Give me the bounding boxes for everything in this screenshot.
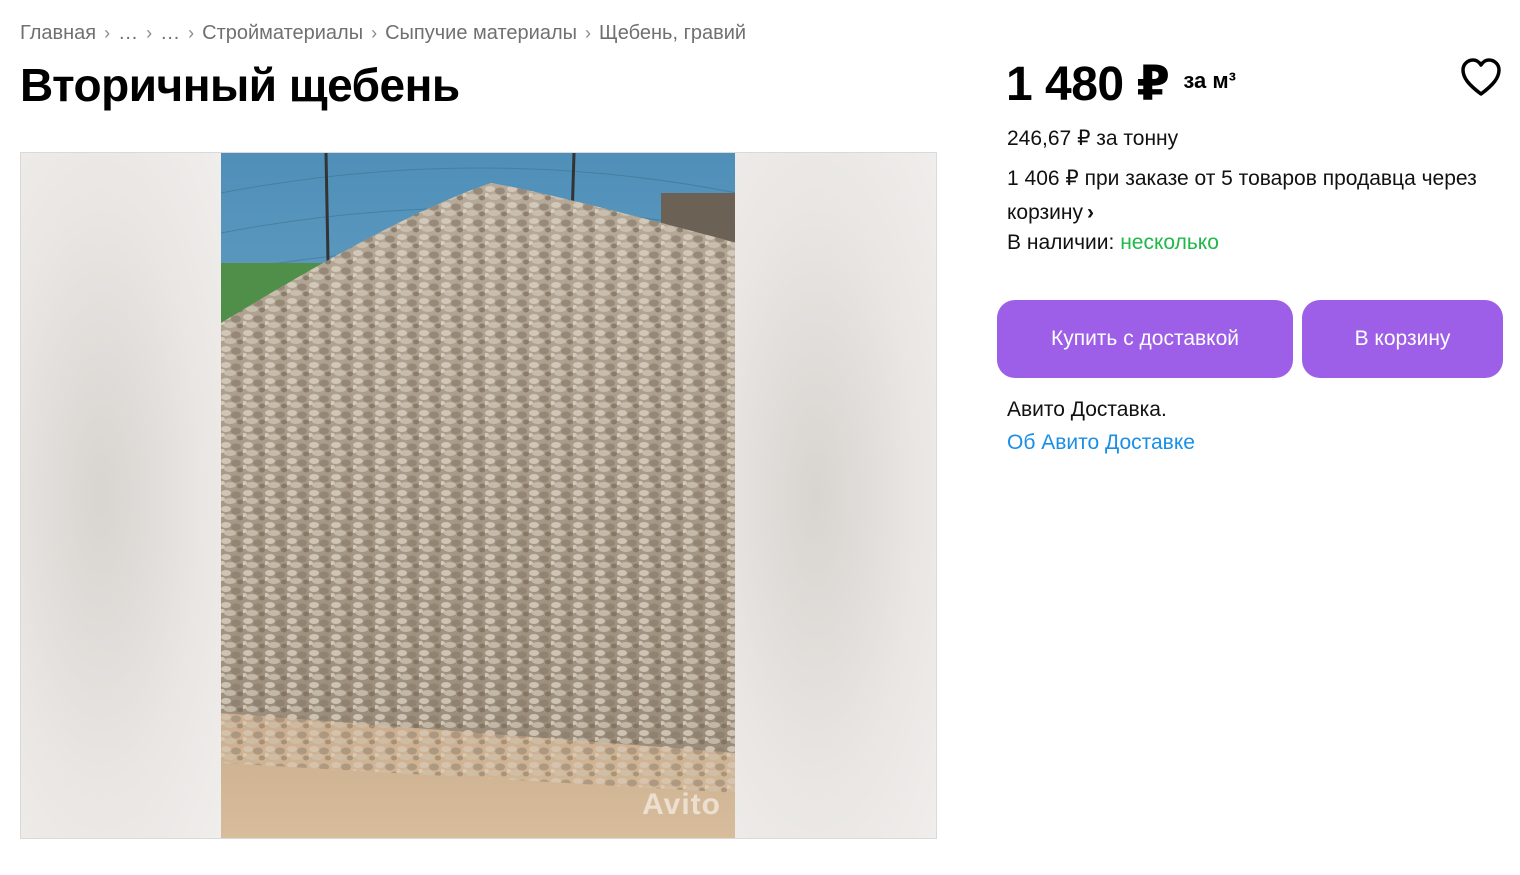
stock-value: несколько	[1120, 231, 1219, 254]
breadcrumb-separator: ›	[371, 23, 378, 43]
breadcrumb-separator: ›	[146, 23, 153, 43]
delivery-label: Авито Доставка.	[1007, 398, 1167, 421]
breadcrumb-item-building-materials[interactable]: Стройматериалы	[202, 22, 363, 45]
image-gallery[interactable]: Avito	[20, 152, 937, 839]
heart-icon	[1461, 58, 1501, 96]
add-to-cart-button[interactable]: В корзину	[1302, 300, 1503, 378]
gravel-pile-image	[221, 153, 737, 838]
price-unit: за м³	[1183, 68, 1236, 93]
breadcrumb-item-home[interactable]: Главная	[20, 22, 96, 45]
gallery-blur-left	[21, 153, 221, 838]
chevron-right-icon[interactable]: ›	[1087, 196, 1094, 230]
buy-with-delivery-button[interactable]: Купить с доставкой	[997, 300, 1293, 378]
breadcrumb-separator: ›	[188, 23, 195, 43]
page-title: Вторичный щебень	[20, 59, 460, 111]
breadcrumb-separator: ›	[584, 23, 591, 43]
breadcrumb-item-collapsed-2[interactable]: …	[160, 22, 180, 45]
avito-watermark: Avito	[642, 788, 721, 821]
breadcrumb: Главная › … › … › Стройматериалы › Сыпуч…	[20, 22, 746, 45]
bulk-offer-link[interactable]: 1 406 ₽ при заказе от 5 товаров продавца…	[1007, 167, 1477, 224]
stock-label: В наличии:	[1007, 231, 1115, 254]
delivery-info-link[interactable]: Об Авито Доставке	[1007, 431, 1195, 455]
stock-status: В наличии: несколько	[1007, 231, 1219, 255]
breadcrumb-item-gravel[interactable]: Щебень, гравий	[599, 22, 746, 45]
listing-photo[interactable]: Avito	[221, 153, 737, 838]
price: 1 480 ₽	[1006, 58, 1170, 111]
favorite-button[interactable]	[1460, 58, 1502, 98]
price-per-ton: 246,67 ₽ за тонну	[1007, 127, 1179, 150]
bulk-offer: 1 406 ₽ при заказе от 5 товаров продавца…	[1007, 162, 1507, 230]
breadcrumb-item-bulk-materials[interactable]: Сыпучие материалы	[385, 22, 577, 45]
breadcrumb-separator: ›	[104, 23, 111, 43]
listing-page: Главная › … › … › Стройматериалы › Сыпуч…	[0, 0, 1520, 875]
price-block: 1 480 ₽ за м³	[1006, 56, 1236, 112]
breadcrumb-item-collapsed-1[interactable]: …	[118, 22, 138, 45]
gallery-blur-right	[735, 153, 936, 838]
